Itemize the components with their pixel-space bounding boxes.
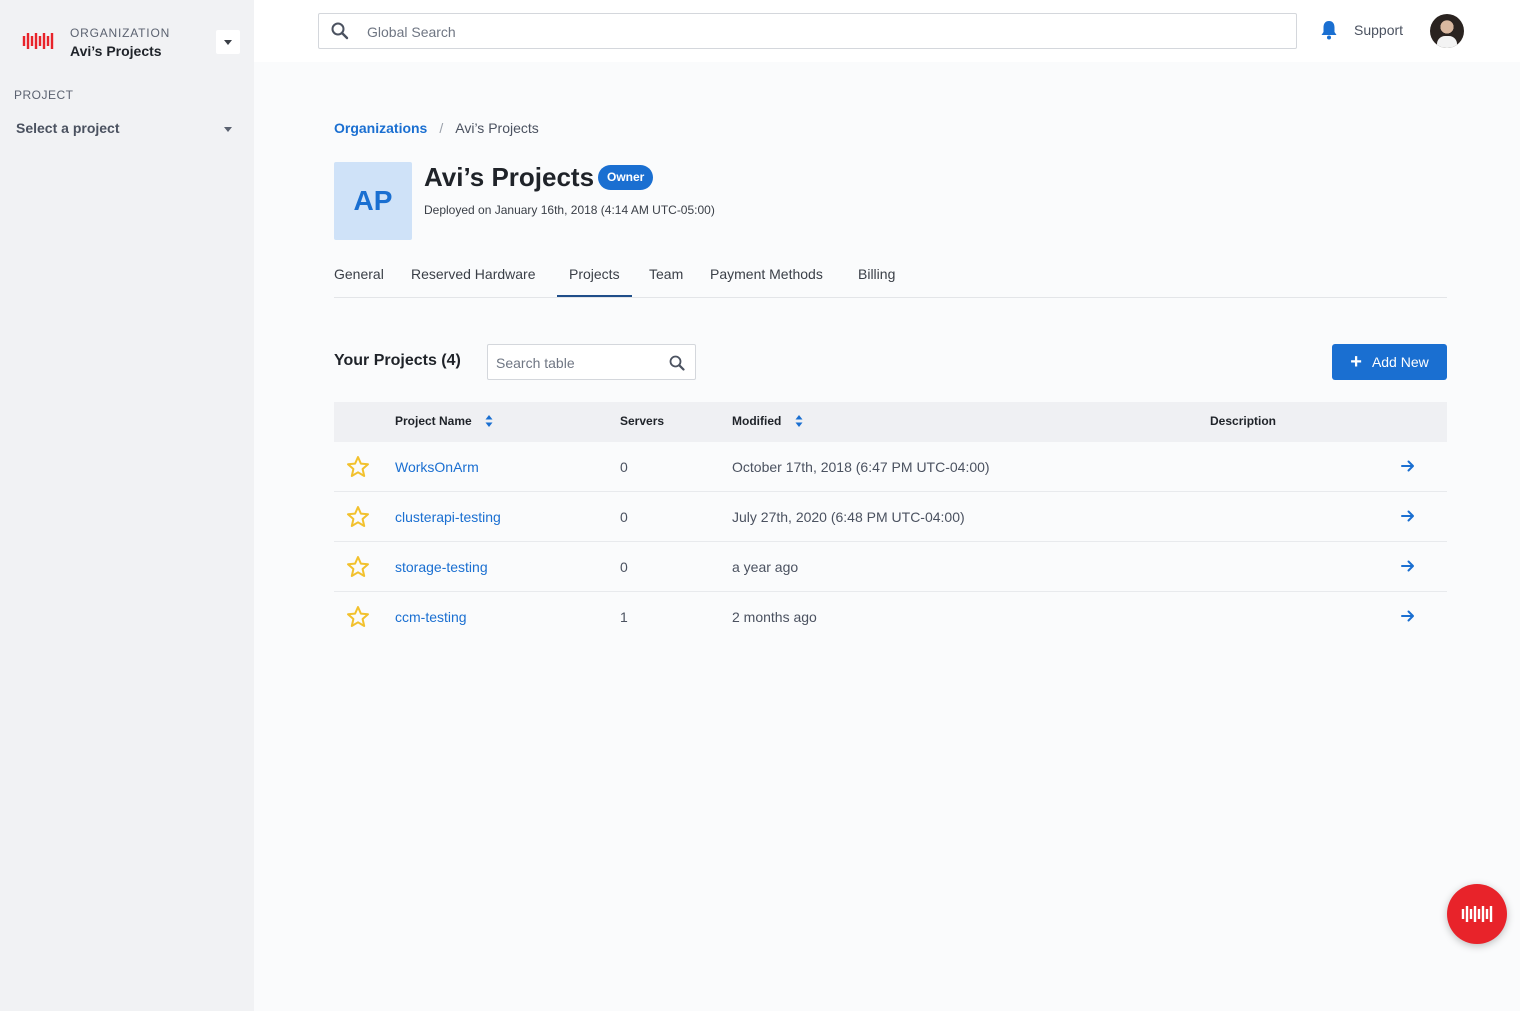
modified-date: July 27th, 2020 (6:48 PM UTC-04:00): [732, 509, 965, 525]
servers-count: 0: [620, 459, 628, 475]
tab-bar: General Reserved Hardware Projects Team …: [334, 264, 1447, 298]
projects-table: Project Name Servers Modified Descriptio…: [334, 402, 1447, 642]
search-icon[interactable]: [669, 355, 685, 371]
column-header-project-name[interactable]: Project Name: [395, 414, 493, 429]
project-name-link[interactable]: ccm-testing: [395, 609, 467, 625]
deployed-date: Deployed on January 16th, 2018 (4:14 AM …: [424, 203, 715, 217]
breadcrumb: Organizations / Avi’s Projects: [334, 120, 539, 136]
search-icon: [331, 22, 349, 40]
table-row[interactable]: storage-testing 0 a year ago: [334, 542, 1447, 592]
arrow-right-icon[interactable]: [1400, 608, 1416, 624]
sort-icon[interactable]: [795, 414, 803, 428]
servers-count: 1: [620, 609, 628, 625]
sidebar: ORGANIZATION Avi’s Projects PROJECT Sele…: [0, 0, 254, 1011]
bell-icon[interactable]: [1320, 20, 1338, 40]
page-title: Avi’s Projects: [424, 162, 595, 192]
organization-dropdown-button[interactable]: [216, 30, 240, 54]
arrow-right-icon[interactable]: [1400, 558, 1416, 574]
organization-avatar: AP: [334, 162, 412, 240]
table-row[interactable]: WorksOnArm 0 October 17th, 2018 (6:47 PM…: [334, 442, 1447, 492]
project-select-text: Select a project: [16, 120, 120, 136]
breadcrumb-separator: /: [439, 120, 444, 136]
column-header-modified[interactable]: Modified: [732, 414, 803, 429]
organization-label: ORGANIZATION: [70, 26, 171, 40]
breadcrumb-current: Avi’s Projects: [455, 120, 539, 136]
project-name-link[interactable]: clusterapi-testing: [395, 509, 501, 525]
help-chat-button[interactable]: [1447, 884, 1507, 944]
column-header-label: Project Name: [395, 414, 472, 428]
star-icon[interactable]: [346, 605, 370, 629]
arrow-right-icon[interactable]: [1400, 458, 1416, 474]
support-link[interactable]: Support: [1354, 22, 1403, 38]
tab-general[interactable]: General: [334, 266, 384, 295]
column-header-description: Description: [1210, 414, 1277, 428]
add-new-label: Add New: [1371, 354, 1429, 370]
organization-name: Avi’s Projects: [70, 43, 162, 59]
organization-switcher[interactable]: ORGANIZATION Avi’s Projects: [22, 24, 240, 64]
projects-section-title: Your Projects (4): [334, 352, 461, 369]
sort-icon[interactable]: [485, 414, 493, 428]
owner-badge: Owner: [598, 165, 654, 190]
equinix-logo-icon: [22, 33, 54, 49]
star-icon[interactable]: [346, 505, 370, 529]
global-search-input[interactable]: [367, 22, 1267, 42]
chevron-down-icon: [224, 127, 232, 132]
tab-reserved-hardware[interactable]: Reserved Hardware: [411, 266, 536, 295]
breadcrumb-organizations-link[interactable]: Organizations: [334, 120, 427, 136]
servers-count: 0: [620, 559, 628, 575]
column-header-label: Modified: [732, 414, 782, 428]
global-search[interactable]: [318, 13, 1297, 49]
modified-date: a year ago: [732, 559, 799, 575]
project-label: PROJECT: [14, 88, 74, 102]
equinix-logo-icon: [1461, 906, 1493, 922]
user-avatar[interactable]: [1430, 14, 1464, 48]
chevron-down-icon: [224, 39, 232, 45]
tab-team[interactable]: Team: [649, 266, 683, 295]
add-new-button[interactable]: + Add New: [1332, 344, 1447, 380]
topbar: Support: [254, 0, 1520, 62]
tab-payment-methods[interactable]: Payment Methods: [710, 266, 823, 295]
table-row[interactable]: clusterapi-testing 0 July 27th, 2020 (6:…: [334, 492, 1447, 542]
plus-icon: +: [1350, 351, 1362, 373]
table-search-input[interactable]: [496, 353, 661, 373]
table-header: Project Name Servers Modified Descriptio…: [334, 402, 1447, 442]
project-name-link[interactable]: WorksOnArm: [395, 459, 479, 475]
modified-date: 2 months ago: [732, 609, 817, 625]
modified-date: October 17th, 2018 (6:47 PM UTC-04:00): [732, 459, 990, 475]
servers-count: 0: [620, 509, 628, 525]
table-search[interactable]: [487, 344, 696, 380]
tab-projects[interactable]: Projects: [557, 266, 632, 297]
arrow-right-icon[interactable]: [1400, 508, 1416, 524]
star-icon[interactable]: [346, 455, 370, 479]
table-row[interactable]: ccm-testing 1 2 months ago: [334, 592, 1447, 642]
project-name-link[interactable]: storage-testing: [395, 559, 488, 575]
tab-billing[interactable]: Billing: [858, 266, 895, 295]
project-select[interactable]: Select a project: [16, 120, 234, 140]
column-header-servers: Servers: [620, 414, 665, 428]
star-icon[interactable]: [346, 555, 370, 579]
